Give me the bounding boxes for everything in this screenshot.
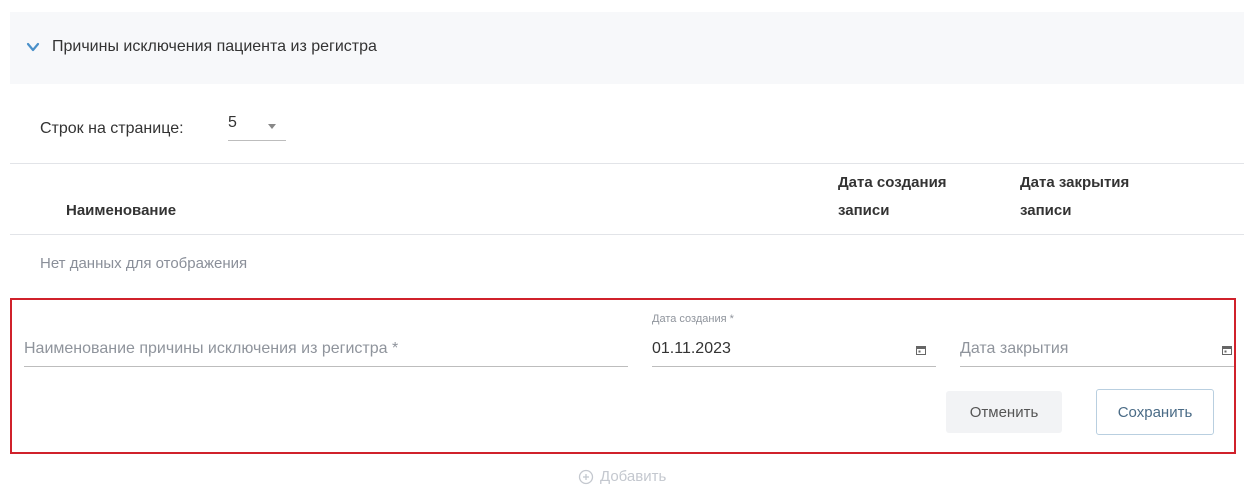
reason-name-input[interactable]: Наименование причины исключения из регис… xyxy=(24,340,398,358)
table-top-divider xyxy=(10,163,1244,164)
column-header-created-line2[interactable]: записи xyxy=(838,196,889,226)
cancel-button[interactable]: Отменить xyxy=(946,391,1062,433)
closed-date-underline xyxy=(960,366,1234,367)
add-label: Добавить xyxy=(600,468,667,485)
add-button[interactable]: Добавить xyxy=(578,468,666,485)
section-title: Причины исключения пациента из регистра xyxy=(52,38,377,55)
plus-circle-icon xyxy=(578,469,594,484)
column-header-created-line1[interactable]: Дата создания xyxy=(838,168,947,198)
created-date-underline xyxy=(652,366,936,367)
rows-per-page-select[interactable]: 5 xyxy=(228,112,286,141)
table-header-divider xyxy=(10,234,1244,235)
save-button[interactable]: Сохранить xyxy=(1096,389,1214,435)
created-date-label: Дата создания * xyxy=(652,313,734,325)
calendar-icon[interactable] xyxy=(1222,345,1232,355)
created-date-input[interactable]: 01.11.2023 xyxy=(652,340,731,358)
column-header-closed-line1[interactable]: Дата закрытия xyxy=(1020,168,1129,198)
rows-per-page-value: 5 xyxy=(228,114,237,131)
column-header-name[interactable]: Наименование xyxy=(66,196,176,226)
reason-name-underline xyxy=(24,366,628,367)
chevron-down-icon[interactable] xyxy=(26,40,40,54)
calendar-icon[interactable] xyxy=(916,345,926,355)
rows-per-page-label: Строк на странице: xyxy=(40,120,184,137)
column-header-closed-line2[interactable]: записи xyxy=(1020,196,1071,226)
empty-state-text: Нет данных для отображения xyxy=(40,255,248,272)
dropdown-arrow-icon xyxy=(268,124,276,129)
closed-date-input[interactable]: Дата закрытия xyxy=(960,340,1068,358)
